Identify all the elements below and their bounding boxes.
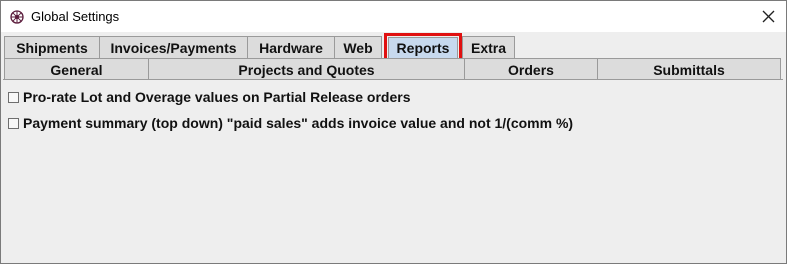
tab-invoices-payments[interactable]: Invoices/Payments (99, 36, 248, 58)
option-pro-rate-lot[interactable]: Pro-rate Lot and Overage values on Parti… (8, 88, 410, 106)
tab-extra[interactable]: Extra (462, 36, 515, 58)
reports-settings-panel: Pro-rate Lot and Overage values on Parti… (3, 79, 783, 262)
tab-submittals[interactable]: Submittals (597, 58, 781, 80)
title-bar: Global Settings (1, 1, 786, 32)
tab-projects-and-quotes[interactable]: Projects and Quotes (148, 58, 465, 80)
close-icon (762, 10, 774, 23)
pro-rate-label: Pro-rate Lot and Overage values on Parti… (23, 89, 411, 105)
option-payment-summary[interactable]: Payment summary (top down) "paid sales" … (8, 114, 573, 132)
payment-summary-checkbox[interactable] (8, 117, 19, 129)
settings-gear-icon (10, 10, 24, 24)
close-button[interactable] (750, 3, 786, 30)
tab-reports[interactable]: Reports (388, 37, 458, 58)
tab-shipments[interactable]: Shipments (4, 36, 100, 58)
window-title: Global Settings (31, 9, 120, 24)
pro-rate-checkbox[interactable] (8, 91, 19, 103)
payment-summary-label: Payment summary (top down) "paid sales" … (23, 115, 574, 131)
tab-hardware[interactable]: Hardware (247, 36, 335, 58)
tab-orders[interactable]: Orders (464, 58, 598, 80)
tab-general[interactable]: General (4, 58, 149, 80)
tab-web[interactable]: Web (334, 36, 382, 58)
global-settings-window: Global Settings Shipments Invoices/Payme… (0, 0, 787, 264)
